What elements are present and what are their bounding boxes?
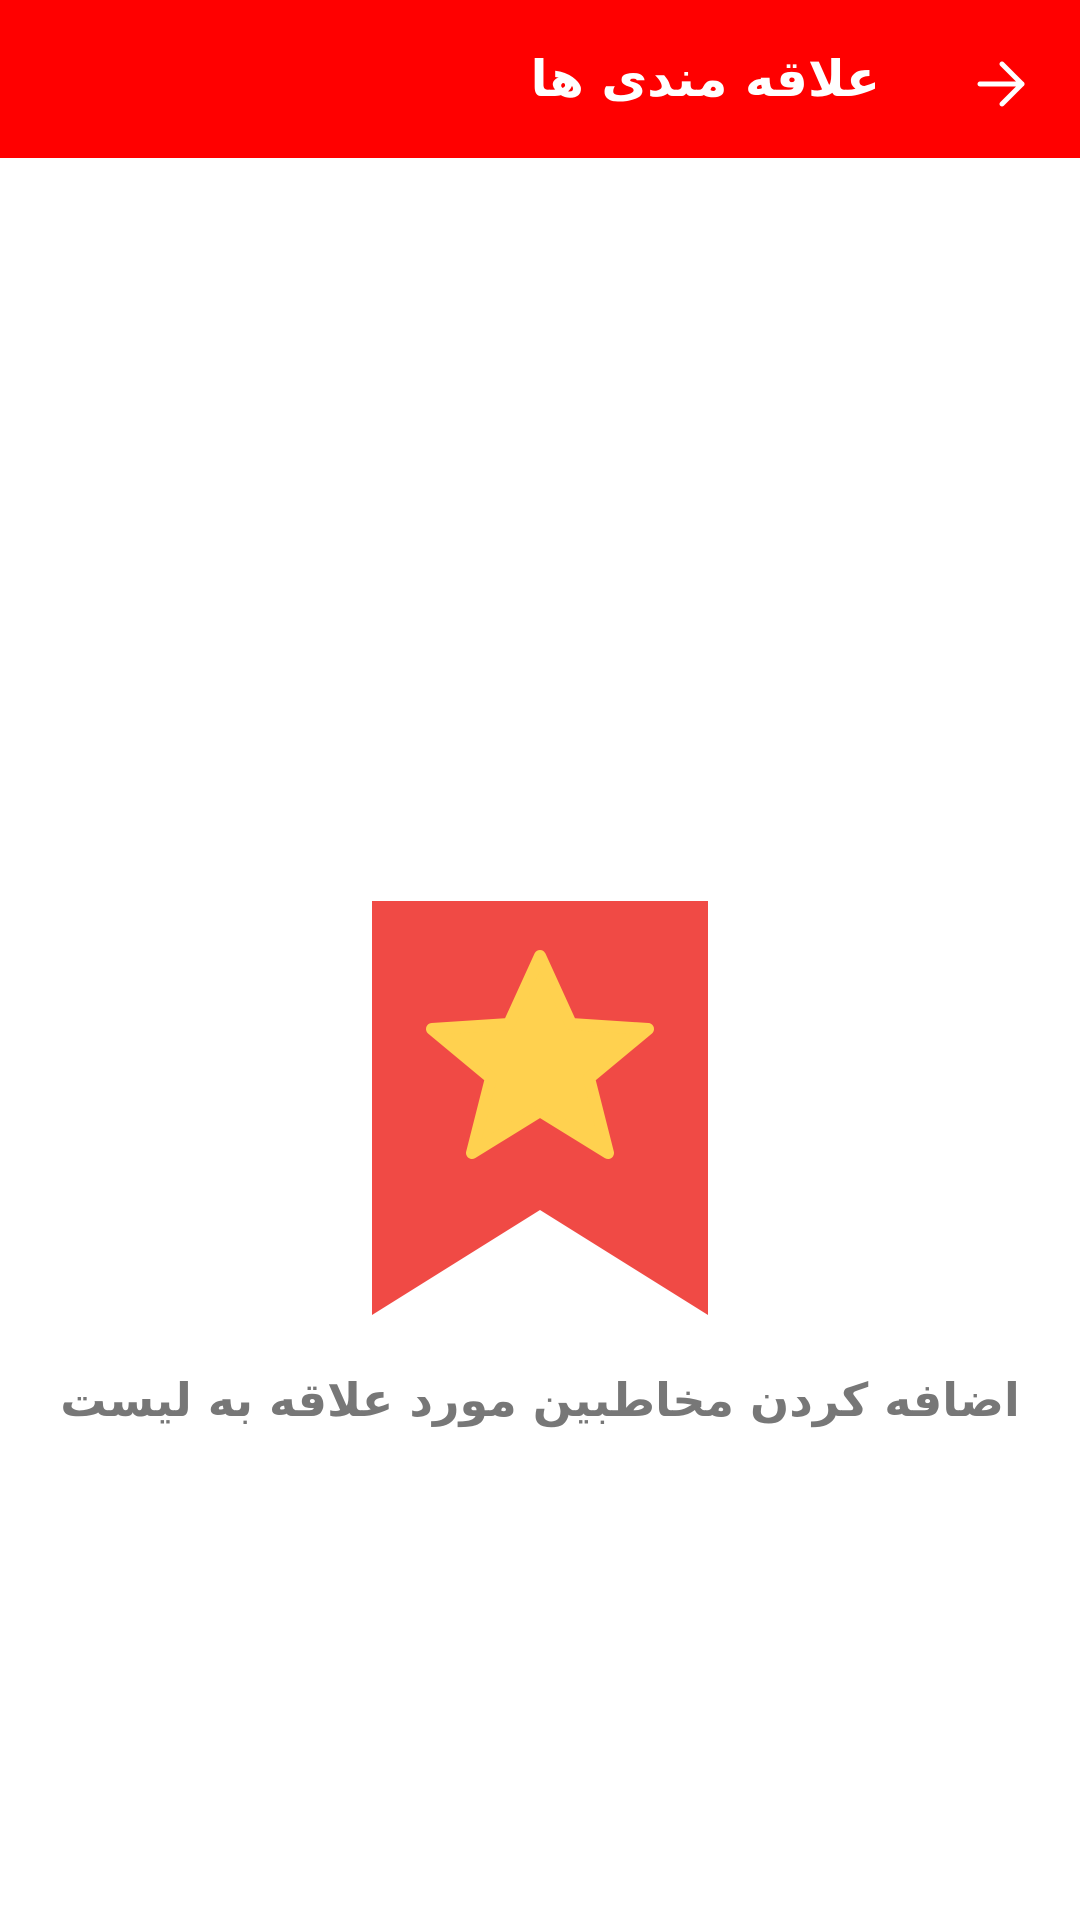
empty-message: اضافه کردن مخاطبین مورد علاقه به لیست <box>60 1373 1020 1427</box>
bookmark-star-icon <box>372 901 708 1315</box>
arrow-right-icon <box>977 61 1025 107</box>
page-title: علاقه مندی ها <box>530 50 880 108</box>
empty-state: اضافه کردن مخاطبین مورد علاقه به لیست <box>0 158 1080 1919</box>
back-button[interactable] <box>962 44 1042 124</box>
app-bar: علاقه مندی ها <box>0 0 1080 158</box>
